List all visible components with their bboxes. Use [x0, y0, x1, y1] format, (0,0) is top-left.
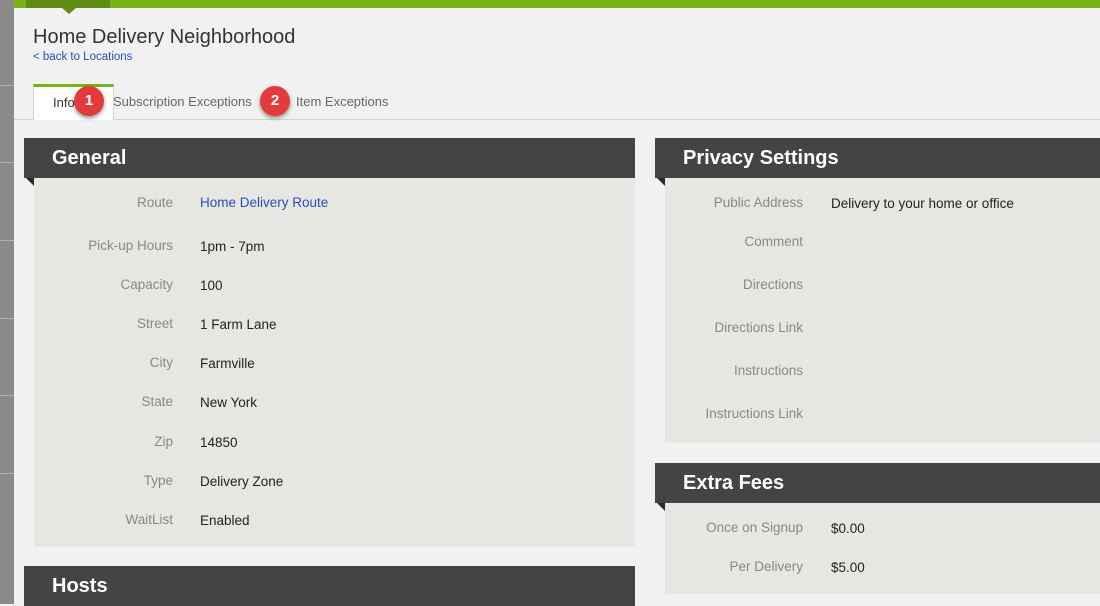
hosts-panel-title: Hosts: [52, 575, 108, 597]
street-label: Street: [136, 316, 173, 331]
annotation-marker-2: 2: [260, 86, 290, 116]
sidebar-divider: [0, 162, 14, 163]
directions-link-label: Directions Link: [714, 320, 803, 335]
capacity-label: Capacity: [120, 277, 173, 292]
route-link[interactable]: Home Delivery Route: [200, 195, 328, 210]
sidebar-divider: [0, 240, 14, 241]
once-on-signup-value: $0.00: [831, 521, 865, 536]
extra-fees-panel-body: Once on Signup $0.00 Per Delivery $5.00: [665, 503, 1100, 594]
state-value: New York: [200, 395, 258, 410]
annotation-marker-1: 1: [74, 86, 104, 116]
top-nav-active-indicator: [26, 0, 110, 8]
sidebar-divider: [0, 395, 14, 396]
general-panel-title: General: [52, 147, 127, 169]
state-label: State: [141, 394, 173, 409]
left-sidebar-strip[interactable]: [0, 0, 14, 604]
back-to-locations-link[interactable]: < back to Locations: [33, 51, 132, 63]
public-address-label: Public Address: [713, 195, 803, 210]
waitlist-value: Enabled: [200, 513, 250, 528]
public-address-value: Delivery to your home or office: [831, 196, 1014, 211]
zip-label: Zip: [154, 434, 173, 449]
pickup-hours-value: 1pm - 7pm: [200, 239, 265, 254]
general-panel-header: General: [24, 138, 635, 178]
tab-subscription-exceptions[interactable]: Subscription Exceptions: [113, 84, 252, 119]
top-nav-pointer: [62, 8, 76, 14]
once-on-signup-label: Once on Signup: [706, 520, 803, 535]
instructions-label: Instructions: [733, 363, 803, 378]
panel-fold-corner: [26, 178, 34, 186]
extra-fees-panel-title: Extra Fees: [683, 472, 785, 494]
zip-value: 14850: [200, 435, 238, 450]
panel-fold-corner: [657, 178, 665, 186]
page-title: Home Delivery Neighborhood: [33, 26, 296, 48]
route-label: Route: [136, 195, 173, 210]
tab-bar: Info Subscription Exceptions Item Except…: [14, 84, 1100, 120]
privacy-panel-title: Privacy Settings: [683, 147, 839, 169]
per-delivery-label: Per Delivery: [729, 559, 803, 574]
top-accent-bar: [0, 0, 1100, 8]
street-value: 1 Farm Lane: [200, 317, 277, 332]
tab-item-exceptions[interactable]: Item Exceptions: [296, 84, 389, 119]
capacity-value: 100: [200, 278, 223, 293]
hosts-panel-header: Hosts: [24, 566, 635, 606]
sidebar-divider: [0, 473, 14, 474]
pickup-hours-label: Pick-up Hours: [88, 238, 173, 253]
city-label: City: [149, 355, 173, 370]
sidebar-divider: [0, 318, 14, 319]
panel-fold-corner: [657, 503, 665, 511]
privacy-panel-body: Public Address Delivery to your home or …: [665, 178, 1100, 443]
instructions-link-label: Instructions Link: [705, 406, 803, 421]
type-value: Delivery Zone: [200, 474, 284, 489]
privacy-panel-header: Privacy Settings: [655, 138, 1100, 178]
city-value: Farmville: [200, 356, 255, 371]
comment-label: Comment: [744, 234, 803, 249]
general-panel-body: Route Home Delivery Route Pick-up Hours …: [34, 178, 635, 547]
waitlist-label: WaitList: [125, 512, 173, 527]
sidebar-divider: [0, 85, 14, 86]
type-label: Type: [143, 473, 173, 488]
extra-fees-panel-header: Extra Fees: [655, 463, 1100, 503]
directions-label: Directions: [742, 277, 803, 292]
per-delivery-value: $5.00: [831, 560, 865, 575]
